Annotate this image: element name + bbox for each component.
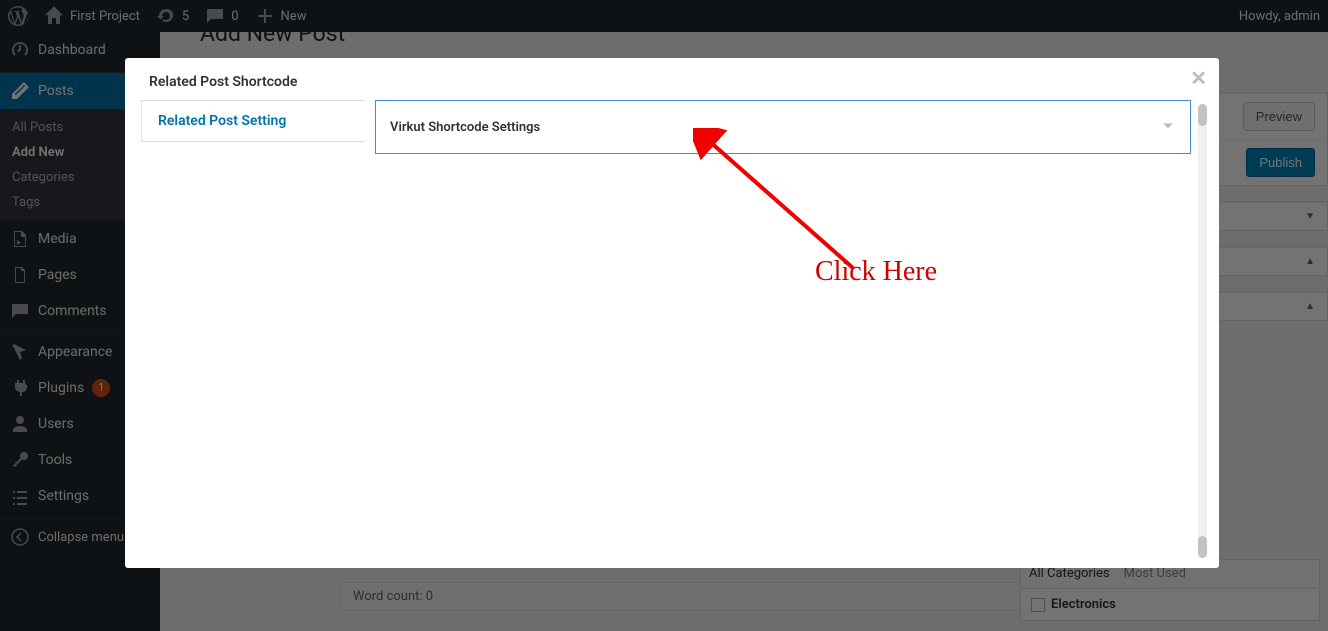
- scrollbar-thumb[interactable]: [1198, 536, 1207, 558]
- shortcode-modal: ✕ Related Post Shortcode Related Post Se…: [125, 58, 1219, 568]
- modal-scrollbar[interactable]: [1198, 104, 1207, 558]
- modal-tab-related-post-setting[interactable]: Related Post Setting: [141, 100, 365, 142]
- chevron-down-icon: [1160, 117, 1176, 137]
- shortcode-settings-panel[interactable]: Virkut Shortcode Settings: [375, 100, 1191, 154]
- close-button[interactable]: ✕: [1190, 66, 1207, 90]
- scrollbar-thumb[interactable]: [1198, 104, 1207, 126]
- modal-header: Related Post Shortcode: [149, 74, 297, 90]
- close-icon: ✕: [1190, 66, 1207, 90]
- panel-title: Virkut Shortcode Settings: [390, 120, 540, 135]
